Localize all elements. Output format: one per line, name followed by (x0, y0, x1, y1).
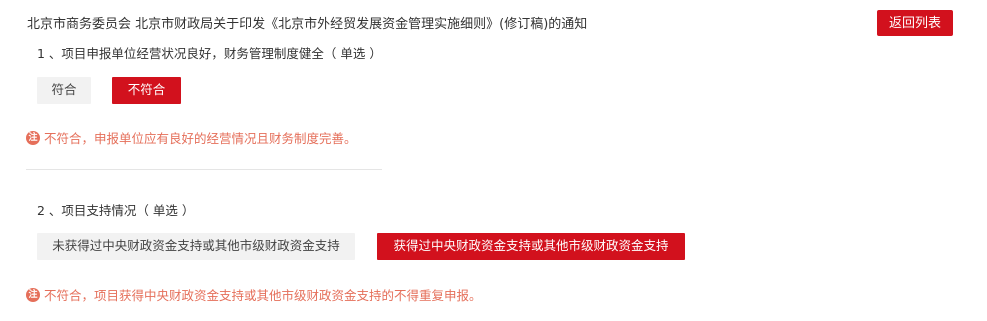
q1-warning-note: 注 不符合，申报单位应有良好的经营情况且财务制度完善。 (26, 128, 357, 147)
q2-warning-text: 不符合，项目获得中央财政资金支持或其他市级财政资金支持的不得重复申报。 (44, 288, 482, 303)
q2-option-not-received[interactable]: 未获得过中央财政资金支持或其他市级财政资金支持 (37, 233, 355, 260)
q2-option-received[interactable]: 获得过中央财政资金支持或其他市级财政资金支持 (377, 233, 685, 260)
q1-warning-text: 不符合，申报单位应有良好的经营情况且财务制度完善。 (44, 131, 357, 146)
q1-option-meets[interactable]: 符合 (37, 77, 91, 104)
q2-warning-note: 注 不符合，项目获得中央财政资金支持或其他市级财政资金支持的不得重复申报。 (26, 285, 482, 304)
q1-option-not-meets[interactable]: 不符合 (112, 77, 181, 104)
question-1-label: 1 、项目申报单位经营状况良好，财务管理制度健全（ 单选 ） (37, 46, 382, 61)
note-icon: 注 (26, 130, 40, 145)
back-to-list-button[interactable]: 返回列表 (877, 10, 953, 36)
divider (26, 169, 382, 170)
note-icon: 注 (26, 287, 40, 302)
page-title: 北京市商务委员会 北京市财政局关于印发《北京市外经贸发展资金管理实施细则》(修订… (27, 17, 588, 32)
question-2-label: 2 、项目支持情况（ 单选 ） (37, 203, 195, 218)
